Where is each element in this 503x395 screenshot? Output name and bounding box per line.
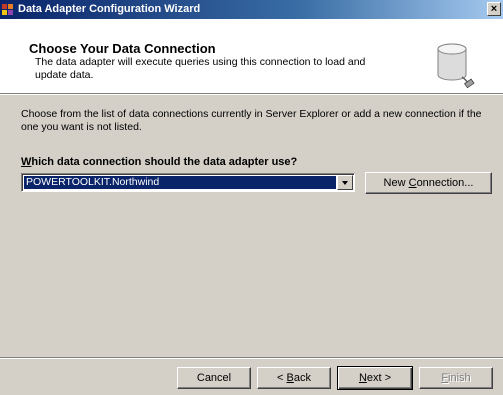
back-accelerator: B	[286, 372, 294, 384]
new-connection-accelerator: C	[408, 177, 417, 189]
next-accelerator: N	[358, 372, 367, 384]
back-label-post: ack	[293, 372, 311, 384]
footer-divider-highlight	[0, 358, 503, 359]
dropdown-toggle-button[interactable]	[337, 175, 353, 190]
wizard-header: Choose Your Data Connection The data ada…	[0, 19, 503, 94]
next-button[interactable]: Next >	[337, 366, 413, 390]
new-connection-label-post: onnection...	[416, 177, 474, 189]
next-label-post: ext >	[366, 372, 392, 384]
page-title: Choose Your Data Connection	[29, 41, 216, 56]
new-connection-label-pre: New	[383, 177, 409, 189]
question-text: hich data connection should the data ada…	[31, 156, 298, 168]
window-title: Data Adapter Configuration Wizard	[18, 3, 201, 15]
back-label-pre: <	[277, 372, 287, 384]
cancel-button[interactable]: Cancel	[177, 367, 251, 389]
window-title-bar[interactable]: Data Adapter Configuration Wizard ×	[0, 0, 503, 19]
connection-dropdown[interactable]: POWERTOOLKIT.Northwind	[21, 173, 355, 192]
connection-dropdown-value: POWERTOOLKIT.Northwind	[24, 176, 336, 189]
question-accelerator: W	[21, 156, 32, 168]
page-description: The data adapter will execute queries us…	[35, 56, 366, 81]
wizard-app-icon	[2, 4, 13, 15]
connection-question-label: Which data connection should the data ad…	[21, 156, 297, 168]
back-button[interactable]: < Back	[257, 367, 331, 389]
instructions-text: Choose from the list of data connections…	[21, 108, 482, 133]
database-connection-icon	[437, 43, 475, 89]
finish-label-post: inish	[448, 372, 471, 384]
new-connection-button[interactable]: New Connection...	[365, 172, 492, 194]
close-icon[interactable]: ×	[487, 2, 501, 16]
chevron-down-icon	[342, 181, 348, 185]
header-divider	[0, 94, 503, 95]
finish-button[interactable]: Finish	[419, 367, 493, 389]
